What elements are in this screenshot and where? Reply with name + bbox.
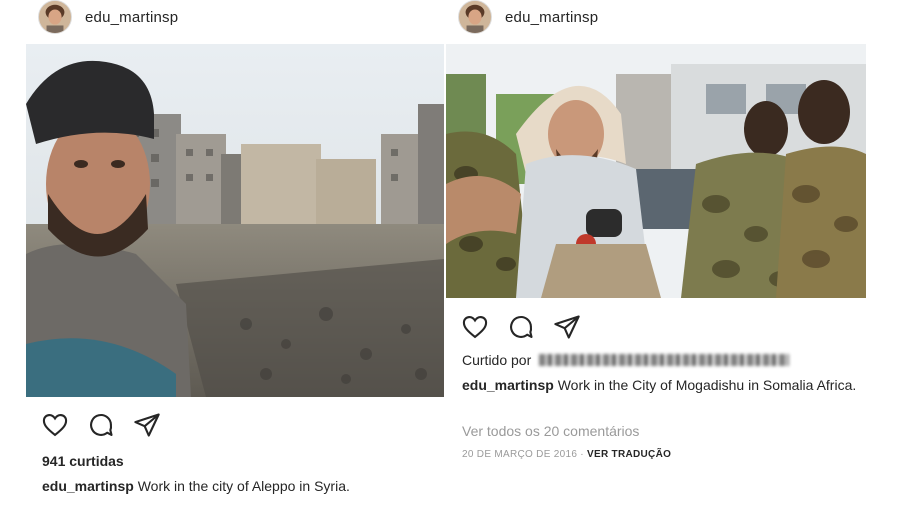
comment-icon [510, 315, 533, 338]
post-meta: 20 DE MARÇO DE 2016 · VER TRADUÇÃO [462, 449, 671, 460]
post-photo[interactable] [26, 44, 444, 397]
avatar[interactable] [458, 0, 492, 34]
post-mogadishu: edu_martinsp Curtido por edu_martinsp Wo… [446, 0, 866, 505]
caption-text: Work in the city of Aleppo in Syria. [137, 478, 350, 494]
post-caption: edu_martinsp Work in the city of Aleppo … [42, 477, 442, 496]
caption-username[interactable]: edu_martinsp [42, 478, 134, 494]
post-date: 20 DE MARÇO DE 2016 [462, 449, 578, 460]
post-photo[interactable] [446, 44, 866, 298]
post-actions [40, 410, 178, 440]
username[interactable]: edu_martinsp [85, 9, 178, 26]
comment-icon [90, 413, 113, 436]
like-button[interactable] [460, 312, 490, 342]
heart-icon [462, 316, 488, 339]
post-actions [460, 312, 598, 342]
liked-by-label: Curtido por [462, 352, 532, 368]
share-button[interactable] [552, 312, 582, 342]
caption-username[interactable]: edu_martinsp [462, 377, 554, 393]
share-icon [134, 413, 160, 437]
blurred-usernames [539, 354, 790, 366]
share-icon [554, 315, 580, 339]
post-caption: edu_martinsp Work in the City of Mogadis… [462, 376, 866, 395]
like-button[interactable] [40, 410, 70, 440]
comment-button[interactable] [86, 410, 116, 440]
share-button[interactable] [132, 410, 162, 440]
likes-count[interactable]: 941 curtidas [42, 453, 124, 469]
avatar[interactable] [38, 0, 72, 34]
see-translation-link[interactable]: VER TRADUÇÃO [587, 449, 671, 460]
post-header: edu_martinsp [458, 0, 598, 34]
post-aleppo: edu_martinsp 941 curtidas edu_martinsp W… [26, 0, 444, 505]
caption-text: Work in the City of Mogadishu in Somalia… [557, 377, 857, 393]
view-all-comments-link[interactable]: Ver todos os 20 comentários [462, 423, 639, 439]
liked-by[interactable]: Curtido por [462, 352, 790, 368]
post-header: edu_martinsp [38, 0, 178, 34]
username[interactable]: edu_martinsp [505, 9, 598, 26]
heart-icon [42, 414, 68, 437]
separator: · [580, 449, 584, 460]
comment-button[interactable] [506, 312, 536, 342]
